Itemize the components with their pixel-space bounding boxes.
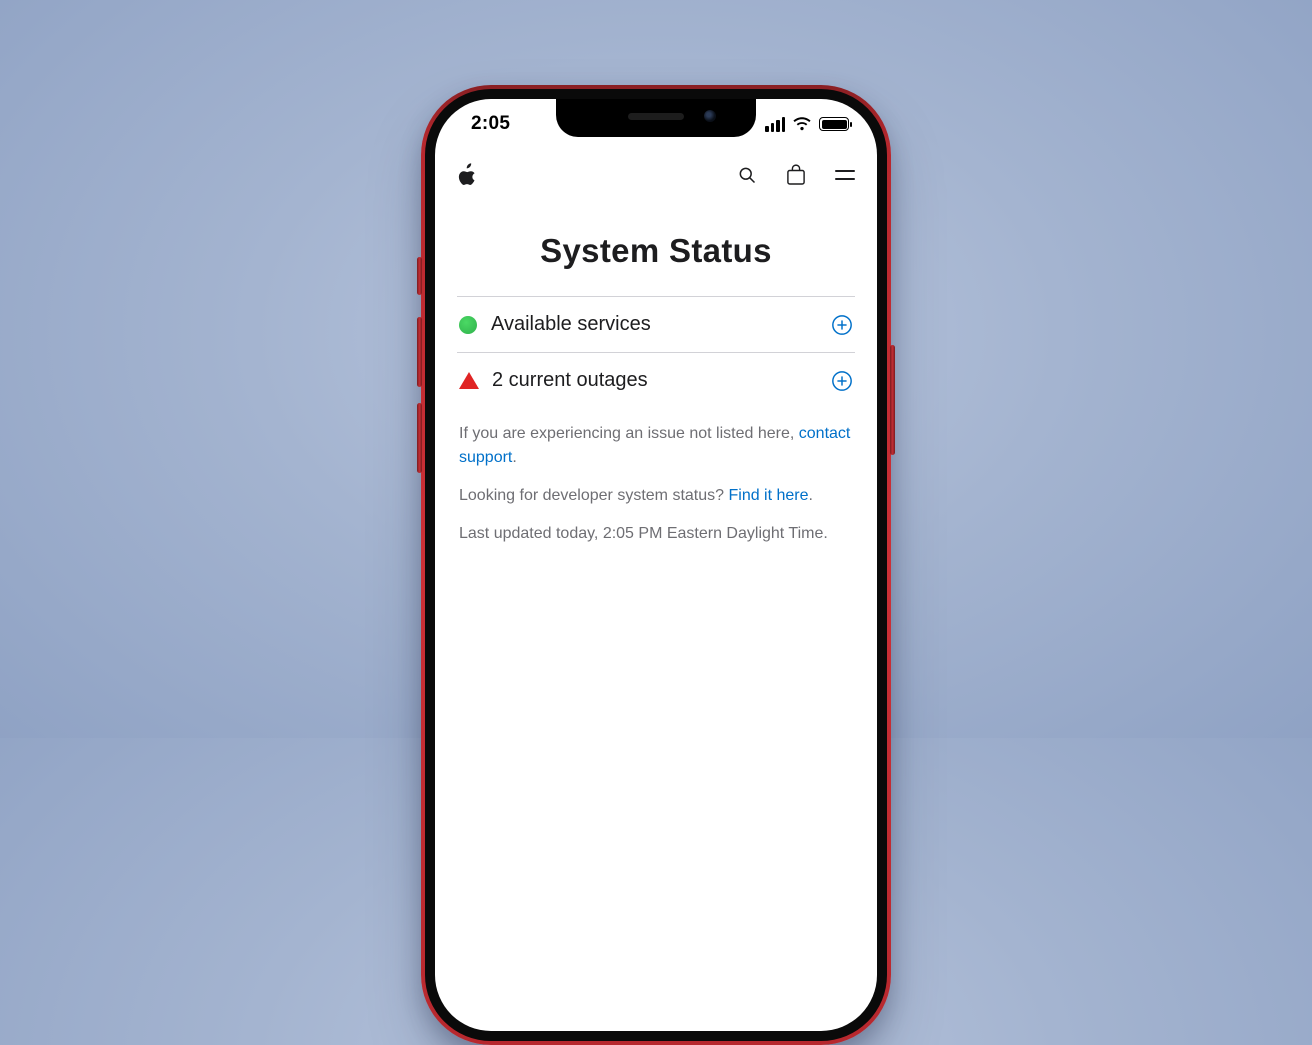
- phone-frame: 2:05: [421, 85, 891, 1045]
- row-label: 2 current outages: [492, 369, 817, 392]
- row-label: Available services: [491, 313, 817, 336]
- cellular-signal-icon: [765, 117, 785, 132]
- footnotes: If you are experiencing an issue not lis…: [457, 408, 855, 546]
- menu-icon[interactable]: [835, 170, 855, 180]
- status-time: 2:05: [471, 113, 510, 135]
- front-camera: [704, 110, 716, 122]
- wifi-icon: [792, 117, 812, 131]
- shopping-bag-icon[interactable]: [787, 164, 805, 186]
- search-icon[interactable]: [737, 165, 757, 185]
- display-notch: [556, 99, 756, 137]
- volume-down-button: [417, 403, 422, 473]
- battery-icon: [819, 117, 849, 131]
- power-button: [890, 345, 895, 455]
- developer-status-link[interactable]: Find it here: [728, 487, 808, 504]
- phone-screen: 2:05: [435, 99, 877, 1031]
- page-content: System Status Available services 2 curre…: [435, 149, 877, 1031]
- earpiece-speaker: [628, 113, 684, 120]
- status-outage-icon: [459, 372, 479, 389]
- developer-note: Looking for developer system status? Fin…: [459, 484, 853, 508]
- main-region: System Status Available services 2 curre…: [435, 204, 877, 546]
- volume-up-button: [417, 317, 422, 387]
- text: .: [809, 487, 813, 504]
- text: .: [512, 449, 516, 466]
- support-note: If you are experiencing an issue not lis…: [459, 422, 853, 470]
- page-title: System Status: [457, 232, 855, 296]
- status-available-icon: [459, 316, 477, 334]
- status-indicators: [765, 117, 849, 132]
- expand-icon[interactable]: [831, 370, 853, 392]
- mute-switch: [417, 257, 422, 295]
- row-current-outages[interactable]: 2 current outages: [457, 352, 855, 408]
- expand-icon[interactable]: [831, 314, 853, 336]
- apple-logo-icon[interactable]: [457, 163, 477, 186]
- last-updated: Last updated today, 2:05 PM Eastern Dayl…: [459, 522, 853, 546]
- site-nav: [435, 149, 877, 204]
- text: Looking for developer system status?: [459, 487, 728, 504]
- text: If you are experiencing an issue not lis…: [459, 425, 799, 442]
- row-available-services[interactable]: Available services: [457, 296, 855, 352]
